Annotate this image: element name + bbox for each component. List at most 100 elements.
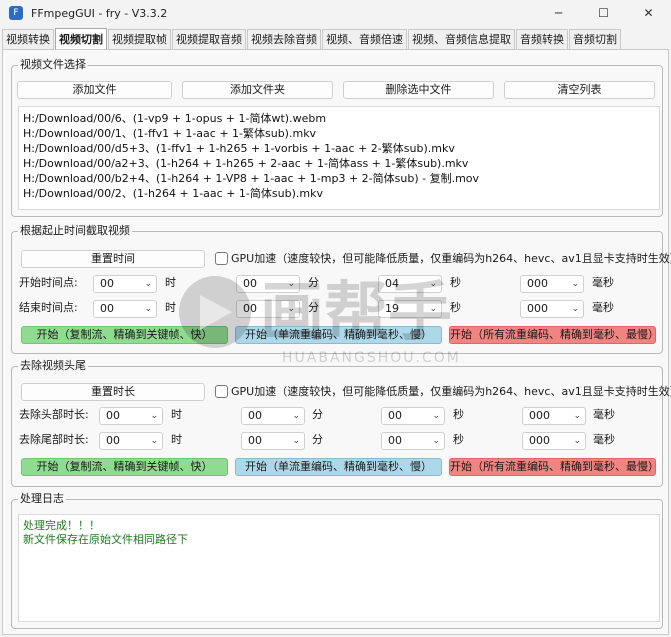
hour-unit: 时	[165, 301, 176, 314]
head-minute-value: 00	[248, 409, 262, 422]
tab-extract-frames[interactable]: 视频提取帧	[108, 29, 171, 49]
start-ms-value: 000	[527, 277, 548, 290]
reset-duration-button[interactable]: 重置时长	[21, 383, 205, 401]
end-hour-select[interactable]: 00 ⌄	[93, 300, 157, 318]
head-second-select[interactable]: 00 ⌄	[381, 407, 445, 425]
head-hour-select[interactable]: 00 ⌄	[99, 407, 163, 425]
end-second-select[interactable]: 19 ⌄	[378, 300, 442, 318]
hour-unit: 时	[171, 408, 182, 421]
end-ms-select[interactable]: 000 ⌄	[520, 300, 584, 318]
ms-unit: 毫秒	[592, 301, 614, 314]
chevron-down-icon: ⌄	[292, 411, 300, 421]
file-list[interactable]: H:/Download/00/6、(1-vp9 + 1-opus + 1-简体w…	[18, 106, 660, 210]
log-line: 处理完成！！！	[23, 519, 100, 532]
head-ms-select[interactable]: 000 ⌄	[522, 407, 586, 425]
end-time-label: 结束时间点:	[19, 301, 78, 314]
chevron-down-icon: ⌄	[571, 279, 579, 289]
list-item[interactable]: H:/Download/00/1、(1-ffv1 + 1-aac + 1-繁体s…	[23, 126, 655, 141]
tab-bar: 视频转换 视频切割 视频提取帧 视频提取音频 视频去除音频 视频、音频倍速 视频…	[2, 28, 622, 50]
log-line: 新文件保存在原始文件相同路径下	[23, 533, 188, 546]
tail-minute-value: 00	[248, 434, 262, 447]
head-ms-value: 000	[529, 409, 550, 422]
tab-remove-audio[interactable]: 视频去除音频	[247, 29, 321, 49]
list-item[interactable]: H:/Download/00/d5+3、(1-ffv1 + 1-h265 + 1…	[23, 141, 655, 156]
tab-media-info[interactable]: 视频、音频信息提取	[408, 29, 515, 49]
chevron-down-icon: ⌄	[150, 411, 158, 421]
chevron-down-icon: ⌄	[429, 279, 437, 289]
minimize-button[interactable]: ─	[536, 0, 581, 26]
tail-minute-select[interactable]: 00 ⌄	[241, 432, 305, 450]
minute-unit: 分	[308, 301, 319, 314]
minute-unit: 分	[308, 276, 319, 289]
start-hour-value: 00	[100, 277, 114, 290]
hour-unit: 时	[165, 276, 176, 289]
start-second-select[interactable]: 04 ⌄	[378, 275, 442, 293]
head-hour-value: 00	[106, 409, 120, 422]
tab-speed[interactable]: 视频、音频倍速	[322, 29, 407, 49]
tail-duration-label: 去除尾部时长:	[19, 433, 89, 446]
chevron-down-icon: ⌄	[287, 279, 295, 289]
start-hour-select[interactable]: 00 ⌄	[93, 275, 157, 293]
start-second-value: 04	[385, 277, 399, 290]
start-copy-button[interactable]: 开始（复制流、精确到关键帧、快）	[21, 458, 228, 476]
trim-group: 去除视频头尾 重置时长 GPU加速（速度较快，但可能降低质量，仅重编码为h264…	[11, 359, 671, 487]
chevron-down-icon: ⌄	[429, 304, 437, 314]
list-item[interactable]: H:/Download/00/6、(1-vp9 + 1-opus + 1-简体w…	[23, 111, 655, 126]
chevron-down-icon: ⌄	[287, 304, 295, 314]
chevron-down-icon: ⌄	[144, 279, 152, 289]
file-select-group: 视频文件选择 添加文件 添加文件夹 删除选中文件 清空列表 H:/Downloa…	[11, 58, 663, 217]
log-group: 处理日志 处理完成！！！ 新文件保存在原始文件相同路径下	[11, 492, 663, 629]
gpu-checkbox[interactable]	[215, 385, 228, 398]
start-copy-button[interactable]: 开始（复制流、精确到关键帧、快）	[21, 326, 228, 344]
start-single-reencode-button[interactable]: 开始（单流重编码、精确到毫秒、慢）	[235, 326, 442, 344]
window-controls: ─ ☐ ✕	[536, 0, 671, 26]
reset-time-button[interactable]: 重置时间	[21, 250, 205, 268]
tail-ms-value: 000	[529, 434, 550, 447]
second-unit: 秒	[450, 276, 461, 289]
second-unit: 秒	[453, 433, 464, 446]
clear-list-button[interactable]: 清空列表	[504, 81, 655, 99]
start-ms-select[interactable]: 000 ⌄	[520, 275, 584, 293]
app-icon: F	[9, 6, 23, 20]
head-minute-select[interactable]: 00 ⌄	[241, 407, 305, 425]
chevron-down-icon: ⌄	[571, 304, 579, 314]
start-all-reencode-button[interactable]: 开始（所有流重编码、精确到毫秒、最慢）	[449, 326, 656, 344]
minute-unit: 分	[312, 408, 323, 421]
add-folder-button[interactable]: 添加文件夹	[182, 81, 333, 99]
minute-unit: 分	[312, 433, 323, 446]
cut-by-time-title: 根据起止时间截取视频	[18, 224, 132, 238]
end-second-value: 19	[385, 302, 399, 315]
start-all-reencode-button[interactable]: 开始（所有流重编码、精确到毫秒、最慢）	[449, 458, 656, 476]
tab-video-convert[interactable]: 视频转换	[2, 29, 54, 49]
ms-unit: 毫秒	[593, 433, 615, 446]
maximize-button[interactable]: ☐	[581, 0, 626, 26]
chevron-down-icon: ⌄	[432, 411, 440, 421]
log-title: 处理日志	[18, 492, 66, 506]
close-button[interactable]: ✕	[626, 0, 671, 26]
tab-video-cut[interactable]: 视频切割	[55, 28, 107, 50]
end-hour-value: 00	[100, 302, 114, 315]
log-output[interactable]: 处理完成！！！ 新文件保存在原始文件相同路径下	[18, 514, 660, 622]
tail-hour-select[interactable]: 00 ⌄	[99, 432, 163, 450]
start-time-label: 开始时间点:	[19, 276, 78, 289]
end-minute-select[interactable]: 00 ⌄	[236, 300, 300, 318]
gpu-checkbox[interactable]	[215, 252, 228, 265]
trim-title: 去除视频头尾	[18, 359, 88, 373]
start-minute-select[interactable]: 00 ⌄	[236, 275, 300, 293]
list-item[interactable]: H:/Download/00/a2+3、(1-h264 + 1-h265 + 2…	[23, 156, 655, 171]
tab-audio-cut[interactable]: 音频切割	[569, 29, 621, 49]
list-item[interactable]: H:/Download/00/b2+4、(1-h264 + 1-VP8 + 1-…	[23, 171, 655, 186]
delete-selected-button[interactable]: 删除选中文件	[343, 81, 494, 99]
ms-unit: 毫秒	[593, 408, 615, 421]
add-file-button[interactable]: 添加文件	[17, 81, 172, 99]
start-minute-value: 00	[243, 277, 257, 290]
list-item[interactable]: H:/Download/00/2、(1-h264 + 1-aac + 1-简体s…	[23, 186, 655, 201]
gpu-label: GPU加速（速度较快，但可能降低质量，仅重编码为h264、hevc、av1且显卡…	[231, 385, 671, 398]
tab-extract-audio[interactable]: 视频提取音频	[172, 29, 246, 49]
tail-ms-select[interactable]: 000 ⌄	[522, 432, 586, 450]
tab-audio-convert[interactable]: 音频转换	[516, 29, 568, 49]
tab-panel: 视频文件选择 添加文件 添加文件夹 删除选中文件 清空列表 H:/Downloa…	[2, 49, 671, 635]
tail-second-select[interactable]: 00 ⌄	[381, 432, 445, 450]
tail-hour-value: 00	[106, 434, 120, 447]
start-single-reencode-button[interactable]: 开始（单流重编码、精确到毫秒、慢）	[235, 458, 442, 476]
